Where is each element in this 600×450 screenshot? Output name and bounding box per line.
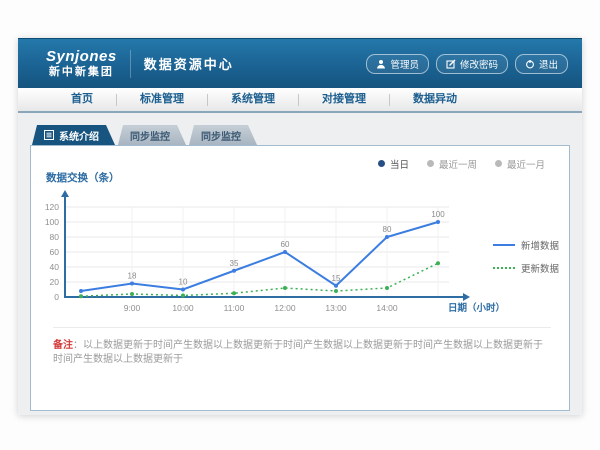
main-nav: 首页 标准管理 系统管理 对接管理 数据异动 <box>18 88 582 113</box>
svg-text:60: 60 <box>281 240 290 249</box>
svg-text:120: 120 <box>45 202 59 212</box>
svg-text:日期（小时）: 日期（小时） <box>448 302 505 314</box>
y-axis-title: 数据交换（条） <box>31 170 569 185</box>
filter-today[interactable]: 当日 <box>378 157 409 170</box>
svg-text:35: 35 <box>230 259 239 268</box>
legend-item-new-data: 新增数据 <box>493 238 559 252</box>
svg-text:15: 15 <box>332 274 341 283</box>
range-filter-group: 当日 最近一周 最近一月 <box>31 146 569 170</box>
legend-item-updated-data: 更新数据 <box>493 261 559 275</box>
svg-text:10: 10 <box>179 278 188 287</box>
svg-text:60: 60 <box>50 247 60 257</box>
svg-text:100: 100 <box>45 217 59 227</box>
tab-bar: 系统介绍 同步监控 同步监控 <box>32 125 570 145</box>
footnote-label: 备注 <box>53 340 73 351</box>
user-icon <box>376 59 386 69</box>
green-dotted-line-icon <box>493 267 515 269</box>
svg-text:12:00: 12:00 <box>274 303 296 313</box>
svg-text:14:00: 14:00 <box>376 303 398 313</box>
admin-user-button[interactable]: 管理员 <box>366 54 429 74</box>
tab-system-intro[interactable]: 系统介绍 <box>32 125 115 145</box>
filter-last-week[interactable]: 最近一周 <box>427 157 477 170</box>
svg-text:9:00: 9:00 <box>124 303 141 313</box>
change-password-button[interactable]: 修改密码 <box>436 54 508 74</box>
tab-label: 同步监控 <box>201 128 241 143</box>
logo-company-text: 新中新集团 <box>49 66 114 78</box>
radio-dot-icon <box>495 160 502 167</box>
footnote: 备注：以上数据更新于时间产生数据以上数据更新于时间产生数据以上数据更新于时间产生… <box>53 327 551 367</box>
radio-dot-icon <box>427 160 434 167</box>
svg-text:20: 20 <box>50 277 60 287</box>
blue-line-icon <box>493 244 515 246</box>
line-chart: 0 20 40 60 80 100 120 9:00 10:00 11:00 12:00 13:00 1… <box>39 189 509 315</box>
page-title: 数据资源中心 <box>144 54 234 73</box>
change-password-label: 修改密码 <box>460 57 498 71</box>
tab-label: 同步监控 <box>130 128 170 143</box>
svg-text:40: 40 <box>50 262 60 272</box>
footnote-text: ：以上数据更新于时间产生数据以上数据更新于时间产生数据以上数据更新于时间产生数据… <box>53 340 543 365</box>
tab-sync-monitor-1[interactable]: 同步监控 <box>118 125 186 145</box>
svg-text:80: 80 <box>383 225 392 234</box>
svg-text:10:00: 10:00 <box>172 303 194 313</box>
logo-brand-text: Synjones <box>46 49 117 66</box>
app-window: Synjones 新中新集团 数据资源中心 管理员 修改密码 <box>18 38 582 415</box>
svg-text:13:00: 13:00 <box>325 303 347 313</box>
chart-panel: 当日 最近一周 最近一月 数据交换（条） 0 20 40 60 80 100 120 9:00… <box>30 145 570 411</box>
filter-label: 最近一周 <box>439 157 477 171</box>
company-logo: Synjones 新中新集团 <box>46 49 117 78</box>
nav-item-home[interactable]: 首页 <box>48 88 116 111</box>
nav-item-interface-mgmt[interactable]: 对接管理 <box>299 88 389 111</box>
legend-label: 新增数据 <box>521 238 559 252</box>
legend-label: 更新数据 <box>521 261 559 275</box>
tab-label: 系统介绍 <box>59 128 99 143</box>
power-icon <box>525 59 535 69</box>
nav-item-system-mgmt[interactable]: 系统管理 <box>208 88 298 111</box>
content-area: 系统介绍 同步监控 同步监控 当日 最近一周 <box>18 113 582 411</box>
header-divider <box>130 50 131 78</box>
svg-text:100: 100 <box>431 210 445 219</box>
chart-legend: 新增数据 更新数据 <box>493 238 559 284</box>
nav-item-data-change[interactable]: 数据异动 <box>390 88 480 111</box>
svg-text:0: 0 <box>54 292 59 302</box>
header: Synjones 新中新集团 数据资源中心 管理员 修改密码 <box>18 38 582 88</box>
filter-label: 当日 <box>390 157 409 171</box>
svg-text:80: 80 <box>50 232 60 242</box>
admin-user-label: 管理员 <box>390 57 419 71</box>
nav-item-standard-mgmt[interactable]: 标准管理 <box>117 88 207 111</box>
logout-button[interactable]: 退出 <box>515 54 568 74</box>
logout-label: 退出 <box>539 57 558 71</box>
svg-text:18: 18 <box>128 272 137 281</box>
filter-label: 最近一月 <box>507 157 545 171</box>
form-icon <box>44 130 54 140</box>
svg-text:11:00: 11:00 <box>224 303 245 313</box>
filter-last-month[interactable]: 最近一月 <box>495 157 545 170</box>
tab-sync-monitor-2[interactable]: 同步监控 <box>189 125 257 145</box>
edit-icon <box>446 59 456 69</box>
header-actions: 管理员 修改密码 退出 <box>366 54 568 74</box>
radio-dot-icon <box>378 160 385 167</box>
